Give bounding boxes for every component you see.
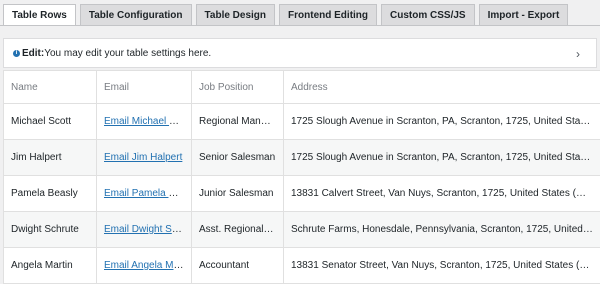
notice-label: Edit: xyxy=(22,48,44,59)
data-table: Name Email Job Position Address Michael … xyxy=(3,70,600,284)
cell-name[interactable]: Pamela Beasly xyxy=(4,176,97,212)
table-row: Pamela Beasly Email Pamela Beasly Junior… xyxy=(4,176,600,212)
info-icon: i xyxy=(13,50,20,57)
cell-email[interactable]: Email Michael Scott xyxy=(97,104,192,140)
cell-name[interactable]: Dwight Schrute xyxy=(4,212,97,248)
tab-bar: Table Rows Table Configuration Table Des… xyxy=(3,4,600,25)
table-row: Dwight Schrute Email Dwight Schrute Asst… xyxy=(4,212,600,248)
tab-custom-css-js[interactable]: Custom CSS/JS xyxy=(381,4,475,25)
cell-job-position[interactable]: Regional Manager xyxy=(192,104,284,140)
tab-frontend-editing[interactable]: Frontend Editing xyxy=(279,4,377,25)
tab-divider xyxy=(0,25,600,26)
cell-name[interactable]: Michael Scott xyxy=(4,104,97,140)
column-header-email[interactable]: Email xyxy=(97,71,192,104)
tab-table-rows[interactable]: Table Rows xyxy=(3,4,76,25)
table-row: Angela Martin Email Angela Martin Accoun… xyxy=(4,248,600,284)
notice-text: You may edit your table settings here. xyxy=(44,48,211,59)
email-link[interactable]: Email Pamela Beasly xyxy=(104,188,192,199)
chevron-right-icon[interactable]: › xyxy=(576,47,580,61)
cell-address[interactable]: Schrute Farms, Honesdale, Pennsylvania, … xyxy=(284,212,600,248)
cell-email[interactable]: Email Pamela Beasly xyxy=(97,176,192,212)
edit-notice[interactable]: i Edit: You may edit your table settings… xyxy=(3,38,597,68)
cell-address[interactable]: 13831 Senator Street, Van Nuys, Scranton… xyxy=(284,248,600,284)
cell-address[interactable]: 1725 Slough Avenue in Scranton, PA, Scra… xyxy=(284,104,600,140)
table-header-row: Name Email Job Position Address xyxy=(4,71,600,104)
table-row: Jim Halpert Email Jim Halpert Senior Sal… xyxy=(4,140,600,176)
cell-job-position[interactable]: Senior Salesman xyxy=(192,140,284,176)
column-header-address[interactable]: Address xyxy=(284,71,600,104)
email-link[interactable]: Email Michael Scott xyxy=(104,116,192,127)
cell-name[interactable]: Jim Halpert xyxy=(4,140,97,176)
tab-table-design[interactable]: Table Design xyxy=(196,4,276,25)
column-header-job-position[interactable]: Job Position xyxy=(192,71,284,104)
cell-name[interactable]: Angela Martin xyxy=(4,248,97,284)
cell-address[interactable]: 13831 Calvert Street, Van Nuys, Scranton… xyxy=(284,176,600,212)
cell-job-position[interactable]: Junior Salesman xyxy=(192,176,284,212)
cell-job-position[interactable]: Accountant xyxy=(192,248,284,284)
cell-email[interactable]: Email Jim Halpert xyxy=(97,140,192,176)
tab-table-configuration[interactable]: Table Configuration xyxy=(80,4,192,25)
column-header-name[interactable]: Name xyxy=(4,71,97,104)
email-link[interactable]: Email Jim Halpert xyxy=(104,152,182,163)
cell-email[interactable]: Email Angela Martin xyxy=(97,248,192,284)
table-row: Michael Scott Email Michael Scott Region… xyxy=(4,104,600,140)
cell-job-position[interactable]: Asst. Regional Manager xyxy=(192,212,284,248)
tab-import-export[interactable]: Import - Export xyxy=(479,4,569,25)
email-link[interactable]: Email Dwight Schrute xyxy=(104,224,192,235)
cell-email[interactable]: Email Dwight Schrute xyxy=(97,212,192,248)
cell-address[interactable]: 1725 Slough Avenue in Scranton, PA, Scra… xyxy=(284,140,600,176)
email-link[interactable]: Email Angela Martin xyxy=(104,260,192,271)
